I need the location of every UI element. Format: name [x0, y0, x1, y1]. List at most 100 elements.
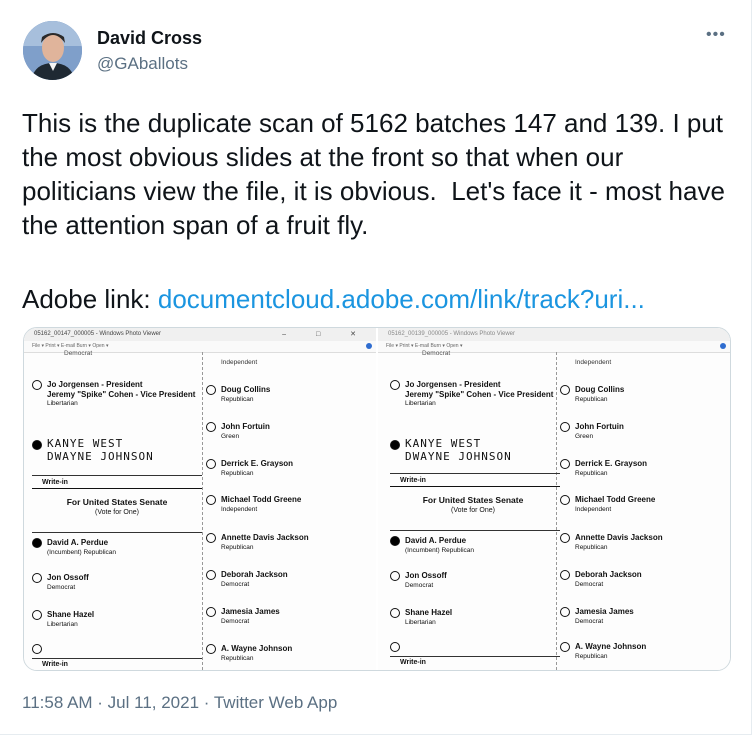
vote-bubble-filled: [32, 538, 42, 548]
vote-bubble: [560, 385, 570, 395]
writein-line1: KANYE WEST: [47, 437, 124, 450]
jackson-d-party: Democrat: [221, 581, 250, 588]
vote-bubble: [560, 459, 570, 469]
candidate-james: Jamesia James: [221, 607, 280, 617]
jackson-d-party: Democrat: [575, 581, 604, 588]
jackson-a-party: Republican: [221, 544, 254, 551]
writein-line2: DWAYNE JOHNSON: [405, 450, 512, 463]
cut-independent: Independent: [221, 359, 258, 366]
ballot-column-right: Independent Doug Collins Republican John …: [206, 352, 371, 670]
candidate-collins: Doug Collins: [221, 385, 271, 395]
adobe-link[interactable]: documentcloud.adobe.com/link/track?uri..…: [158, 284, 645, 314]
vote-bubble: [206, 385, 216, 395]
candidate-cohen: Jeremy "Spike" Cohen - Vice President: [405, 390, 554, 399]
vote-bubble: [206, 570, 216, 580]
vote-bubble: [206, 495, 216, 505]
candidate-johnson: A. Wayne Johnson: [575, 642, 647, 652]
candidate-james: Jamesia James: [575, 607, 634, 617]
candidate-fortuin: John Fortuin: [221, 422, 270, 432]
vote-bubble: [206, 644, 216, 654]
write-in-bottom: Write-in: [400, 659, 426, 666]
more-options-icon[interactable]: •••: [706, 26, 726, 44]
fortuin-party: Green: [221, 433, 240, 440]
candidate-perdue: David A. Perdue: [405, 536, 467, 546]
vote-bubble: [560, 422, 570, 432]
photo-viewer-right: 05162_00139_000005 - Windows Photo Viewe…: [378, 328, 730, 670]
writein-line2: DWAYNE JOHNSON: [47, 450, 154, 463]
fortuin-party: Green: [575, 433, 594, 440]
hazel-party: Libertarian: [405, 619, 436, 626]
candidate-ossoff: Jon Ossoff: [405, 571, 447, 581]
candidate-jorgensen: Jo Jorgensen - President: [405, 380, 501, 390]
candidate-jackson-a: Annette Davis Jackson: [221, 533, 309, 543]
tweet-media-image[interactable]: 05162_00147_000005 - Windows Photo Viewe…: [23, 327, 731, 671]
window-title: 05162_00139_000005 - Windows Photo Viewe…: [388, 331, 515, 337]
vote-bubble: [560, 495, 570, 505]
candidate-collins: Doug Collins: [575, 385, 625, 395]
write-in-label: Write-in: [400, 477, 426, 484]
candidate-hazel: Shane Hazel: [405, 608, 453, 618]
candidate-greene: Michael Todd Greene: [221, 495, 302, 505]
cut-independent: Independent: [575, 359, 612, 366]
vote-bubble: [32, 610, 42, 620]
author-name[interactable]: David Cross: [97, 28, 202, 49]
candidate-perdue: David A. Perdue: [47, 538, 109, 548]
james-party: Democrat: [575, 618, 604, 625]
tweet-text: This is the duplicate scan of 5162 batch…: [22, 108, 733, 240]
party-libertarian: Libertarian: [405, 400, 436, 407]
candidate-ossoff: Jon Ossoff: [47, 573, 89, 583]
grayson-party: Republican: [221, 470, 254, 477]
candidate-johnson: A. Wayne Johnson: [221, 644, 293, 654]
perdue-party: (Incumbent) Republican: [405, 547, 475, 554]
writein-line1: KANYE WEST: [405, 437, 482, 450]
vote-bubble: [390, 642, 400, 652]
senate-title: For United States Senate: [422, 495, 524, 505]
adobe-label: Adobe link:: [22, 284, 158, 314]
candidate-grayson: Derrick E. Grayson: [575, 459, 648, 469]
johnson-party: Republican: [575, 653, 608, 660]
ballot-column-left: Democrat Jo Jorgensen - President Jeremy…: [32, 350, 202, 670]
photo-viewer-left: 05162_00147_000005 - Windows Photo Viewe…: [24, 328, 376, 670]
james-party: Democrat: [221, 618, 250, 625]
ballot-column-left: Democrat Jo Jorgensen - President Jeremy…: [390, 350, 560, 670]
candidate-jackson-d: Deborah Jackson: [221, 570, 288, 580]
column-divider: [202, 352, 203, 670]
vote-bubble: [390, 380, 400, 390]
vote-bubble: [390, 608, 400, 618]
vote-bubble: [32, 380, 42, 390]
perdue-party: (Incumbent) Republican: [47, 549, 117, 556]
candidate-jackson-a: Annette Davis Jackson: [575, 533, 663, 543]
window-title-bar: 05162_00139_000005 - Windows Photo Viewe…: [378, 328, 730, 341]
write-in-label: Write-in: [42, 479, 68, 486]
candidate-jackson-d: Deborah Jackson: [575, 570, 642, 580]
vote-bubble: [206, 533, 216, 543]
greene-party: Independent: [221, 506, 258, 513]
avatar[interactable]: [23, 21, 82, 80]
vote-bubble: [206, 422, 216, 432]
vote-bubble: [206, 607, 216, 617]
greene-party: Independent: [575, 506, 612, 513]
vote-bubble: [560, 570, 570, 580]
tweet-card: David Cross @GAballots ••• This is the d…: [0, 0, 752, 735]
vote-bubble: [32, 573, 42, 583]
tweet-timestamp[interactable]: 11:58 AM · Jul 11, 2021 · Twitter Web Ap…: [22, 693, 337, 713]
grayson-party: Republican: [575, 470, 608, 477]
collins-party: Republican: [221, 396, 254, 403]
vote-bubble-filled: [390, 439, 400, 450]
ossoff-party: Democrat: [47, 584, 76, 591]
vote-bubble: [206, 459, 216, 469]
vote-bubble: [560, 533, 570, 543]
help-icon: [366, 343, 372, 349]
vote-bubble: [560, 642, 570, 652]
johnson-party: Republican: [221, 655, 254, 662]
candidate-hazel: Shane Hazel: [47, 610, 95, 620]
vote-bubble: [560, 607, 570, 617]
write-in-bottom: Write-in: [42, 661, 68, 668]
ossoff-party: Democrat: [405, 582, 434, 589]
window-controls: – □ ✕: [282, 331, 370, 338]
vote-bubble: [32, 644, 42, 654]
hazel-party: Libertarian: [47, 621, 78, 628]
author-handle[interactable]: @GAballots: [97, 54, 188, 74]
ballot-column-right: Independent Doug Collins Republican John …: [560, 352, 725, 670]
collins-party: Republican: [575, 396, 608, 403]
